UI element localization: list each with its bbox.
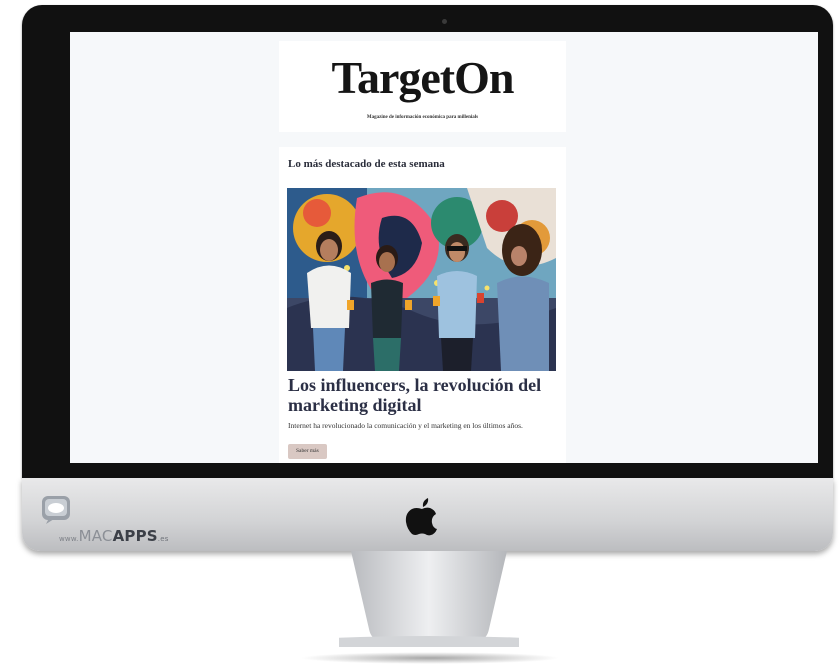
hero-illustration: [287, 188, 556, 371]
featured-article-card: Lo más destacado de esta semana Los infl…: [279, 147, 566, 463]
section-heading: Lo más destacado de esta semana: [288, 158, 445, 170]
imac-display-frame: TargetOn Magazine de información económi…: [22, 5, 833, 478]
screen: TargetOn Magazine de información económi…: [70, 32, 818, 463]
article-hero-image: [287, 188, 556, 371]
watermark-tld: .es: [157, 535, 169, 543]
watermark-apps: APPS: [112, 527, 158, 545]
watermark-text: www.MACAPPS.es: [59, 527, 169, 545]
newsletter-header: TargetOn Magazine de información económi…: [279, 41, 566, 132]
watermark-prefix: www.: [59, 535, 79, 543]
stand-shadow: [300, 652, 560, 664]
camera-dot: [442, 19, 447, 24]
apple-logo-icon: [405, 498, 437, 536]
brand-tagline: Magazine de información económica para m…: [366, 115, 479, 120]
imac-stand: [339, 551, 519, 647]
article-title[interactable]: Los influencers, la revolución del marke…: [288, 375, 560, 415]
read-more-button[interactable]: Saber más: [288, 444, 327, 459]
brand-logo-text: TargetOn: [331, 52, 515, 103]
article-summary: Internet ha revolucionado la comunicació…: [288, 421, 523, 430]
watermark-badge-icon: [42, 496, 70, 524]
watermark-mac: MAC: [78, 527, 113, 545]
